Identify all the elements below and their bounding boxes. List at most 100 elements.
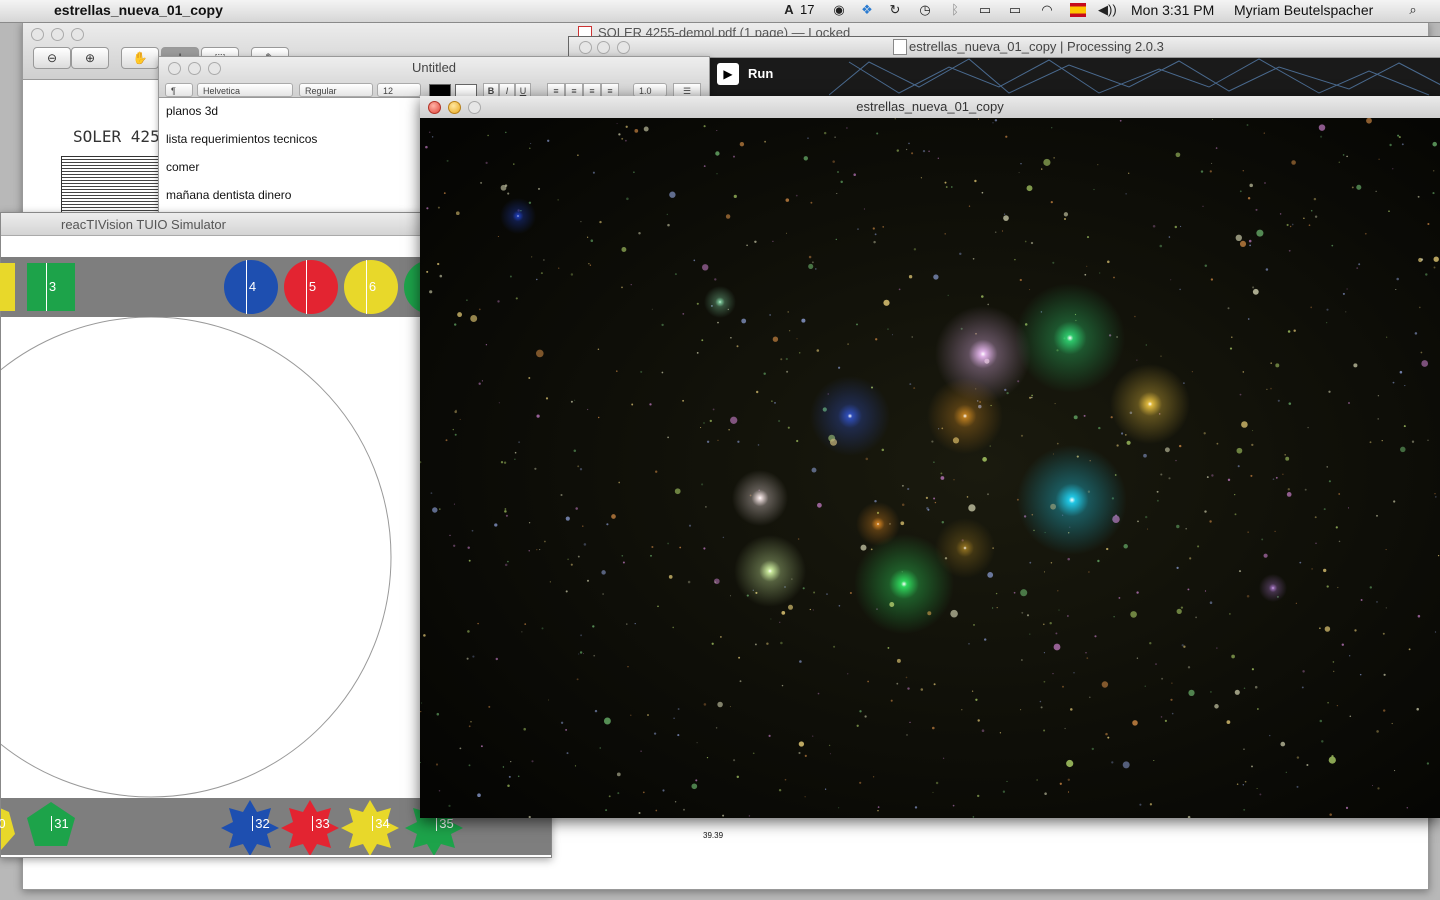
star-dot: [942, 757, 945, 759]
token-square-green[interactable]: 3: [27, 263, 75, 311]
star-dot: [900, 521, 905, 526]
star-dot: [1376, 730, 1379, 733]
star-dot: [811, 261, 814, 264]
clock[interactable]: Mon 3:31 PM: [1131, 2, 1214, 18]
refresh-icon[interactable]: ↻: [886, 2, 904, 18]
star-dot: [787, 604, 794, 610]
zoom-out-button[interactable]: ⊖: [33, 47, 71, 69]
star-dot: [630, 284, 632, 286]
star-dot: [1211, 474, 1214, 477]
adobe-icon[interactable]: A: [780, 2, 798, 18]
star-dot: [766, 642, 769, 645]
align-left-button[interactable]: ≡: [547, 83, 565, 97]
token-circle-yellow[interactable]: 6: [344, 260, 398, 314]
star-dot: [1043, 571, 1046, 573]
minimize-button[interactable]: [597, 41, 610, 54]
run-label[interactable]: Run: [748, 66, 773, 81]
star-dot: [423, 634, 426, 637]
user-name[interactable]: Myriam Beutelspacher: [1234, 2, 1373, 18]
star-dot: [1239, 190, 1242, 193]
star-dot: [1313, 197, 1317, 201]
star-dot: [705, 506, 707, 508]
star-dot: [1067, 557, 1070, 561]
zoom-button[interactable]: [71, 28, 84, 41]
star-dot: [1052, 672, 1054, 675]
star-dot: [437, 206, 440, 209]
align-right-button[interactable]: ≡: [583, 83, 601, 97]
star-dot: [1091, 747, 1094, 751]
minimize-button[interactable]: [51, 28, 64, 41]
text-line[interactable]: planos 3d: [166, 104, 218, 118]
star-dot: [1164, 719, 1167, 723]
list-bullets-button[interactable]: ☰: [673, 83, 701, 97]
star-dot: [589, 264, 592, 266]
star-dot: [877, 809, 879, 812]
display-icon[interactable]: ▭: [976, 2, 994, 18]
volume-icon[interactable]: ◀)): [1098, 2, 1117, 18]
star-dot: [987, 493, 989, 496]
star-dot: [987, 571, 994, 578]
font-style-select[interactable]: Regular: [299, 83, 373, 97]
star-dot: [1067, 615, 1069, 617]
bluetooth-icon[interactable]: ᛒ: [946, 2, 964, 18]
wifi-icon[interactable]: ◠: [1038, 2, 1056, 18]
zoom-in-button[interactable]: ⊕: [71, 47, 109, 69]
star-dot: [730, 416, 738, 424]
spotlight-search-icon[interactable]: ⌕: [1404, 2, 1422, 18]
star-dot: [558, 267, 560, 269]
dropbox-icon[interactable]: ❖: [858, 2, 876, 18]
star-dot: [621, 554, 624, 557]
sync-circle-icon[interactable]: ◉: [830, 2, 848, 18]
token-circle-red[interactable]: 5: [284, 260, 338, 314]
active-app-name[interactable]: estrellas_nueva_01_copy: [54, 2, 223, 18]
zoom-button[interactable]: [617, 41, 630, 54]
text-line[interactable]: comer: [166, 160, 199, 174]
underline-button[interactable]: U: [515, 83, 531, 97]
close-button[interactable]: [31, 28, 44, 41]
bold-button[interactable]: B: [483, 83, 499, 97]
star-dot: [468, 764, 471, 767]
font-size-select[interactable]: 12: [377, 83, 421, 97]
star-dot: [1039, 700, 1042, 703]
token-id: 4: [245, 260, 256, 314]
star-dot: [1328, 756, 1336, 764]
token-circle-blue[interactable]: 4: [224, 260, 278, 314]
paragraph-style-select[interactable]: ¶: [165, 83, 193, 97]
star-dot: [945, 186, 948, 188]
run-button[interactable]: ▶: [717, 63, 739, 85]
battery-icon[interactable]: ▭: [1006, 2, 1024, 18]
star-dot: [655, 470, 658, 473]
star-dot: [968, 504, 976, 512]
justify-button[interactable]: ≡: [601, 83, 619, 97]
star-dot: [1304, 488, 1307, 491]
align-center-button[interactable]: ≡: [565, 83, 583, 97]
star-dot: [757, 444, 760, 446]
move-tool-button[interactable]: ✋: [121, 47, 159, 69]
star-dot: [1242, 784, 1244, 786]
star-dot: [1044, 792, 1047, 795]
star-dot: [1378, 158, 1380, 160]
close-button[interactable]: [579, 41, 592, 54]
star-dot: [906, 734, 908, 736]
line-spacing-select[interactable]: 1.0: [633, 83, 667, 97]
spanish-flag-icon[interactable]: [1070, 3, 1086, 17]
star-dot: [638, 231, 641, 235]
star-dot: [1432, 141, 1437, 147]
star-dot: [1359, 673, 1362, 676]
text-line[interactable]: mañana dentista dinero: [166, 188, 291, 202]
star-dot: [438, 789, 441, 792]
token-square-yellow[interactable]: [0, 263, 15, 311]
star-dot: [1216, 442, 1219, 445]
star-dot: [640, 750, 642, 752]
align-center-icon: ≡: [571, 86, 577, 96]
text-line[interactable]: lista requerimientos tecnicos: [166, 132, 317, 146]
font-family-select[interactable]: Helvetica: [197, 83, 293, 97]
table-surface[interactable]: [1, 317, 421, 798]
star-dot: [1427, 222, 1430, 226]
time-machine-icon[interactable]: ◷: [916, 2, 934, 18]
star-dot: [574, 765, 577, 767]
star-dot: [706, 756, 709, 759]
italic-button[interactable]: I: [499, 83, 515, 97]
star-dot: [1270, 387, 1272, 390]
starfield-canvas[interactable]: [420, 118, 1440, 818]
